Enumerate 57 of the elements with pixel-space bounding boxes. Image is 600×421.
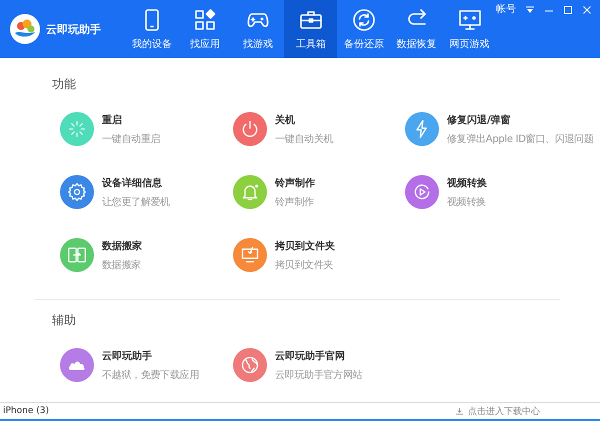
section-title: 辅助 [52, 312, 77, 329]
tool-description: 修复弹出Apple ID窗口、闪退问题 [447, 132, 594, 146]
nav-tab[interactable]: 网页游戏 [443, 0, 496, 58]
tool-description: 视频转换 [447, 196, 487, 208]
loading-icon [67, 119, 87, 139]
tool-description: 拷贝到文件夹 [275, 258, 334, 272]
play-icon [412, 182, 432, 202]
globe-icon [240, 355, 260, 375]
account-link[interactable]: 帐号 [496, 3, 516, 17]
nav-tab[interactable]: 找游戏 [232, 0, 284, 58]
sync-icon [352, 8, 376, 32]
tool-icon-circle[interactable] [233, 175, 267, 209]
tool-icon-circle[interactable] [405, 175, 439, 209]
nav-tab[interactable]: 找应用 [178, 0, 232, 58]
nav-tab[interactable]: 我的设备 [126, 0, 179, 58]
tool-description: 一键自动关机 [275, 132, 334, 146]
tool-icon-circle[interactable] [60, 175, 94, 209]
download-center-link[interactable]: 点击进入下载中心 [468, 404, 540, 418]
tool-description: 铃声制作 [275, 196, 315, 208]
tool-description: 云即玩助手官方网站 [275, 368, 362, 382]
nav-tab[interactable]: 数据恢复 [390, 0, 444, 58]
download-icon [455, 406, 464, 416]
maximize-icon[interactable] [563, 3, 573, 17]
phones-transfer-icon [67, 245, 87, 265]
nav-tab[interactable]: 工具箱 [284, 0, 338, 58]
power-icon [240, 119, 260, 139]
tool-description: 不越狱，免费下载应用 [102, 368, 200, 382]
tool-icon-circle[interactable] [60, 112, 94, 146]
tool-title[interactable]: 关机 [275, 112, 334, 126]
tool-icon-circle[interactable] [233, 238, 267, 272]
section-title: 功能 [52, 76, 77, 93]
settings-icon [67, 182, 87, 202]
tool-title[interactable]: 云即玩助手官网 [275, 348, 362, 362]
tool-title[interactable]: 设备详细信息 [102, 176, 170, 190]
app-logo [10, 14, 40, 44]
app-title: 云即玩助手 [46, 22, 101, 36]
tool-title[interactable]: 数据搬家 [102, 238, 142, 252]
tool-icon-circle[interactable] [60, 348, 94, 382]
tool-description: 让您更了解爱机 [102, 196, 170, 208]
tool-icon-circle[interactable] [233, 112, 267, 146]
tool-title[interactable]: 重启 [102, 112, 160, 126]
bell-icon [240, 182, 260, 202]
device-status[interactable]: iPhone (3) [3, 406, 49, 416]
tool-icon-circle[interactable] [60, 238, 94, 272]
apps-icon [193, 8, 218, 32]
tool-title[interactable]: 拷贝到文件夹 [275, 238, 335, 252]
tool-icon-circle[interactable] [233, 348, 267, 382]
tool-icon-circle[interactable] [405, 112, 439, 146]
tool-title[interactable]: 视频转换 [447, 176, 487, 190]
tool-title[interactable]: 铃声制作 [275, 176, 315, 190]
tool-title[interactable]: 云即玩助手 [102, 348, 200, 362]
monitor-icon [458, 8, 482, 32]
monitor-download-icon [240, 245, 260, 265]
tool-description: 数据搬家 [102, 258, 142, 272]
tool-title[interactable]: 修复闪退/弹窗 [447, 112, 594, 126]
tool-description: 一键自动重启 [102, 132, 160, 146]
nav-tab[interactable]: 备份还原 [337, 0, 390, 58]
